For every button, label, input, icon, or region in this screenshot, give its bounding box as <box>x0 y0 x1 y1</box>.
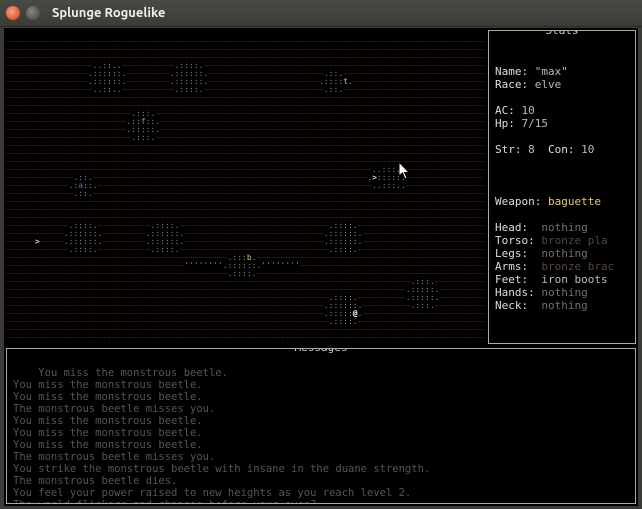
message-line: You miss the monstrous beetle. <box>13 391 203 403</box>
message-line: The world flickers and changes before yo… <box>13 499 316 504</box>
head-label: Head: <box>495 221 528 234</box>
str-label: Str: <box>495 143 522 156</box>
stats-panel: Stats Name: "max" Race: elve AC: 10 Hp: … <box>488 30 636 344</box>
race-value: elve <box>535 78 562 91</box>
stats-header: Stats <box>489 30 635 37</box>
message-line: You miss the monstrous beetle. <box>13 415 203 427</box>
legs-value: nothing <box>541 247 587 260</box>
game-viewport[interactable]: ~~~~~~~~~~~~~~~~~~~~~~~~~~~~~~~~~~~~~~~~… <box>4 28 638 506</box>
message-line: You miss the monstrous beetle. <box>13 379 203 391</box>
str-value: 8 <box>528 143 535 156</box>
message-line: You feel your power raised to new height… <box>13 487 411 499</box>
torso-label: Torso: <box>495 234 535 247</box>
hp-label: Hp: <box>495 117 515 130</box>
message-line: The monstrous beetle misses you. <box>13 403 215 415</box>
window-titlebar: Splunge Roguelike <box>0 0 642 27</box>
torso-value: bronze pla <box>541 234 607 247</box>
close-icon[interactable] <box>6 6 20 20</box>
arms-label: Arms: <box>495 260 528 273</box>
hands-value: nothing <box>541 286 587 299</box>
ac-value: 10 <box>522 104 535 117</box>
neck-label: Neck: <box>495 299 528 312</box>
name-value: "max" <box>535 65 568 78</box>
arms-value: bronze brac <box>541 260 614 273</box>
con-label: Con: <box>548 143 575 156</box>
message-line: The monstrous beetle misses you. <box>13 451 215 463</box>
legs-label: Legs: <box>495 247 528 260</box>
name-label: Name: <box>495 65 528 78</box>
messages-header: Messages <box>7 348 635 354</box>
messages-panel: Messages You miss the monstrous beetle. Y… <box>6 348 636 504</box>
message-line: You miss the monstrous beetle. <box>13 427 203 439</box>
hands-label: Hands: <box>495 286 535 299</box>
neck-value: nothing <box>541 299 587 312</box>
dungeon-map[interactable]: ~~~~~~~~~~~~~~~~~~~~~~~~~~~~~~~~~~~~~~~~… <box>6 30 484 344</box>
weapon-label: Weapon: <box>495 195 541 208</box>
race-label: Race: <box>495 78 528 91</box>
message-line: You miss the monstrous beetle. <box>38 367 228 379</box>
weapon-value: baguette <box>548 195 601 208</box>
ac-label: AC: <box>495 104 515 117</box>
hp-value: 7/15 <box>522 117 549 130</box>
head-value: nothing <box>541 221 587 234</box>
minimize-icon[interactable] <box>26 6 40 20</box>
feet-label: Feet: <box>495 273 528 286</box>
message-line: You miss the monstrous beetle. <box>13 439 203 451</box>
con-value: 10 <box>581 143 594 156</box>
window-title: Splunge Roguelike <box>52 6 165 20</box>
message-line: You strike the monstrous beetle with ins… <box>13 463 430 475</box>
feet-value: iron boots <box>541 273 607 286</box>
message-line: The monstrous beetle dies. <box>13 475 177 487</box>
